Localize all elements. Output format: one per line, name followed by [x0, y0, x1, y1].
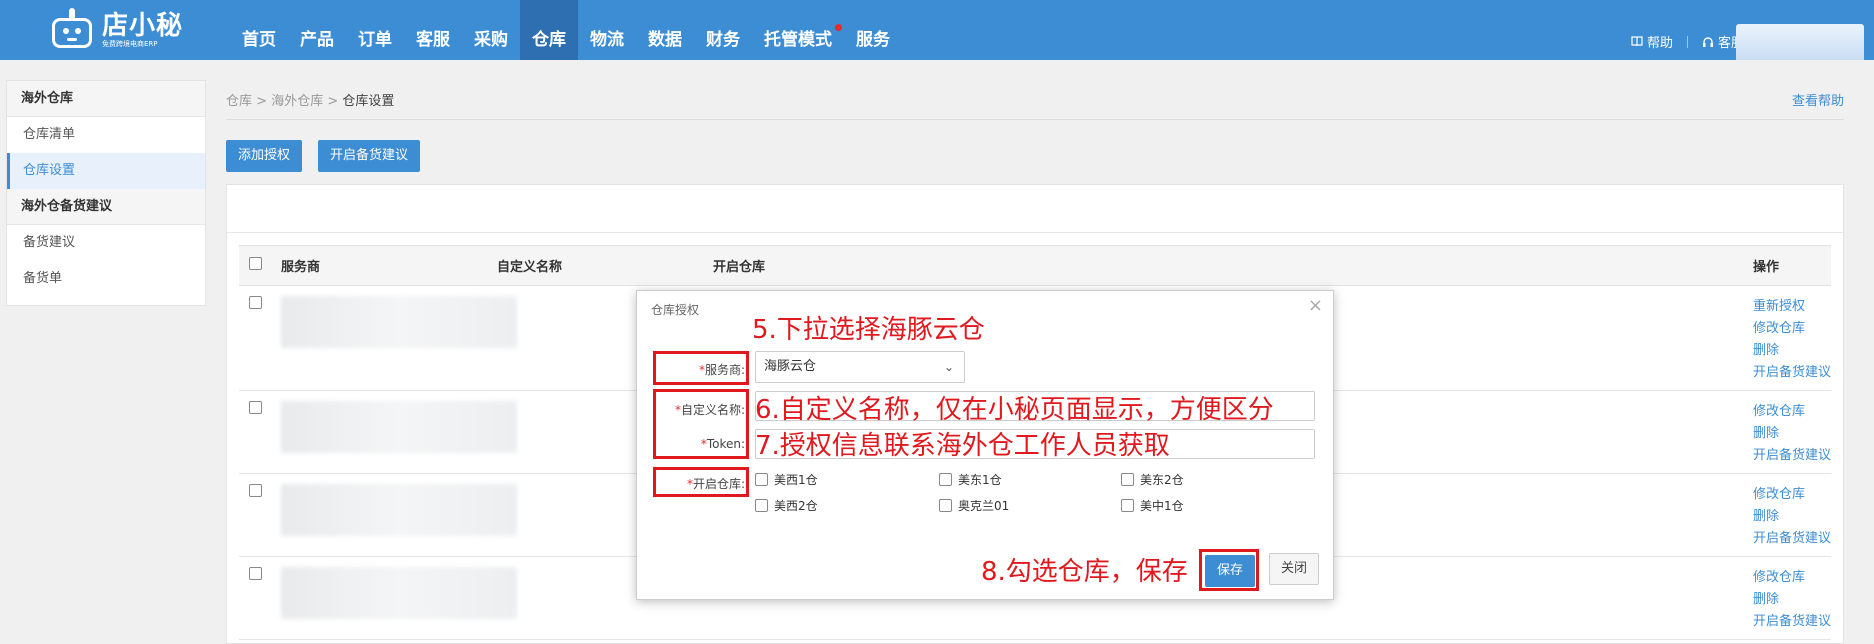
- edit-warehouse-link[interactable]: 修改仓库: [1753, 484, 1831, 506]
- sidebar-item-warehouse-list[interactable]: 仓库清单: [7, 117, 205, 153]
- book-icon: [1631, 36, 1643, 47]
- redacted-content: [281, 484, 517, 536]
- warehouse-option[interactable]: 美西1仓: [755, 471, 818, 488]
- nav-managed-mode[interactable]: 托管模式: [752, 0, 844, 60]
- annotation-step-6: 6.自定义名称，仅在小秘页面显示，方便区分: [755, 395, 1274, 425]
- open-stock-suggestion-button[interactable]: 开启备货建议: [318, 140, 421, 172]
- breadcrumb-l2[interactable]: 海外仓库: [271, 94, 323, 109]
- close-icon[interactable]: ×: [1308, 295, 1323, 316]
- warehouse-option[interactable]: 美东1仓: [939, 471, 1002, 488]
- add-auth-button[interactable]: 添加授权: [226, 140, 303, 172]
- nav-warehouse[interactable]: 仓库: [520, 0, 578, 60]
- annotation-step-8: 8.勾选仓库，保存: [981, 557, 1188, 587]
- redacted-content: [281, 296, 517, 348]
- user-account-box[interactable]: [1736, 24, 1864, 60]
- nav-orders[interactable]: 订单: [346, 0, 404, 60]
- provider-select[interactable]: 海豚云仓 ⌄: [755, 351, 965, 383]
- provider-selected-value: 海豚云仓: [764, 359, 817, 374]
- annotation-step-7: 7.授权信息联系海外仓工作人员获取: [755, 431, 1170, 461]
- nav-customer-service[interactable]: 客服: [404, 0, 462, 60]
- warehouse-checkbox[interactable]: [939, 473, 952, 486]
- edit-warehouse-link[interactable]: 修改仓库: [1753, 567, 1831, 589]
- sidebar-group-overseas-warehouse: 海外仓库: [7, 81, 205, 117]
- row-checkbox[interactable]: [249, 296, 262, 309]
- logo-subtitle: 免费跨境电商ERP: [102, 39, 158, 48]
- annotation-step-5: 5.下拉选择海豚云仓: [752, 315, 985, 345]
- warehouse-auth-dialog: 仓库授权 × 5.下拉选择海豚云仓 *服务商: 海豚云仓 ⌄ *自定义名称: 6…: [636, 290, 1334, 600]
- delete-link[interactable]: 删除: [1753, 423, 1831, 445]
- row-checkbox[interactable]: [249, 401, 262, 414]
- breadcrumb: 仓库 > 海外仓库 > 仓库设置: [226, 94, 395, 109]
- nav-data[interactable]: 数据: [636, 0, 694, 60]
- row-checkbox[interactable]: [249, 484, 262, 497]
- warehouse-checkbox[interactable]: [1121, 499, 1134, 512]
- help-link-top[interactable]: 帮助: [1631, 32, 1673, 51]
- logo[interactable]: 店小秘 免费跨境电商ERP: [48, 8, 183, 52]
- col-open-warehouse: 开启仓库: [703, 245, 1743, 286]
- notification-dot-icon: [835, 24, 842, 31]
- close-button[interactable]: 关闭: [1269, 553, 1319, 585]
- warehouse-option[interactable]: 美中1仓: [1121, 497, 1184, 514]
- delete-link[interactable]: 删除: [1753, 506, 1831, 528]
- sidebar-item-warehouse-settings[interactable]: 仓库设置: [7, 153, 205, 189]
- reauthorize-link[interactable]: 重新授权: [1753, 296, 1831, 318]
- col-ops: 操作: [1743, 245, 1831, 286]
- row-checkbox[interactable]: [249, 567, 262, 580]
- redacted-content: [281, 401, 517, 453]
- logo-name: 店小秘: [102, 10, 184, 41]
- headset-icon: [1702, 36, 1713, 47]
- main-nav: 首页 产品 订单 客服 采购 仓库 物流 数据 财务 托管模式 服务: [230, 0, 902, 60]
- edit-warehouse-link[interactable]: 修改仓库: [1753, 318, 1831, 340]
- save-button[interactable]: 保存: [1205, 555, 1255, 587]
- open-stock-suggestion-link[interactable]: 开启备货建议: [1753, 611, 1831, 633]
- open-stock-suggestion-link[interactable]: 开启备货建议: [1753, 362, 1831, 384]
- warehouse-checkbox[interactable]: [755, 473, 768, 486]
- nav-logistics[interactable]: 物流: [578, 0, 636, 60]
- sidebar-item-stock-suggestion[interactable]: 备货建议: [7, 225, 205, 261]
- warehouse-checkbox[interactable]: [939, 499, 952, 512]
- robot-logo-icon: [48, 8, 96, 52]
- divider: [226, 119, 1844, 120]
- warehouse-checkbox[interactable]: [755, 499, 768, 512]
- edit-warehouse-link[interactable]: 修改仓库: [1753, 401, 1831, 423]
- nav-services[interactable]: 服务: [844, 0, 902, 60]
- chevron-down-icon: ⌄: [943, 360, 954, 374]
- col-provider: 服务商: [271, 245, 487, 286]
- sidebar-group-stock-suggestion: 海外仓备货建议: [7, 189, 205, 225]
- col-custom-name: 自定义名称: [487, 245, 703, 286]
- redacted-content: [281, 567, 517, 619]
- provider-label: *服务商:: [698, 363, 745, 377]
- delete-link[interactable]: 删除: [1753, 589, 1831, 611]
- nav-finance[interactable]: 财务: [694, 0, 752, 60]
- nav-managed-mode-label: 托管模式: [764, 30, 832, 50]
- nav-products[interactable]: 产品: [288, 0, 346, 60]
- view-help-link[interactable]: 查看帮助: [1792, 90, 1844, 109]
- breadcrumb-l1[interactable]: 仓库: [226, 94, 252, 109]
- open-stock-suggestion-link[interactable]: 开启备货建议: [1753, 445, 1831, 467]
- delete-link[interactable]: 删除: [1753, 340, 1831, 362]
- help-label: 帮助: [1646, 36, 1673, 51]
- open-stock-suggestion-link[interactable]: 开启备货建议: [1753, 528, 1831, 550]
- nav-purchase[interactable]: 采购: [462, 0, 520, 60]
- nav-home[interactable]: 首页: [230, 0, 288, 60]
- warehouse-option[interactable]: 美西2仓: [755, 497, 818, 514]
- token-label: *Token:: [700, 437, 745, 451]
- breadcrumb-current: 仓库设置: [342, 94, 395, 109]
- warehouses-label: *开启仓库:: [686, 477, 745, 491]
- warehouse-option[interactable]: 美东2仓: [1121, 471, 1184, 488]
- sidebar-item-stock-order[interactable]: 备货单: [7, 261, 205, 297]
- select-all-checkbox[interactable]: [249, 257, 262, 270]
- dialog-title: 仓库授权: [651, 303, 700, 317]
- custom-name-label: *自定义名称:: [674, 403, 745, 417]
- top-navbar: 店小秘 免费跨境电商ERP 首页 产品 订单 客服 采购 仓库 物流 数据 财务…: [0, 0, 1874, 60]
- warehouse-checkbox[interactable]: [1121, 473, 1134, 486]
- warehouse-option[interactable]: 奥克兰01: [939, 497, 1009, 514]
- sidebar: 海外仓库 仓库清单 仓库设置 海外仓备货建议 备货建议 备货单: [6, 80, 206, 306]
